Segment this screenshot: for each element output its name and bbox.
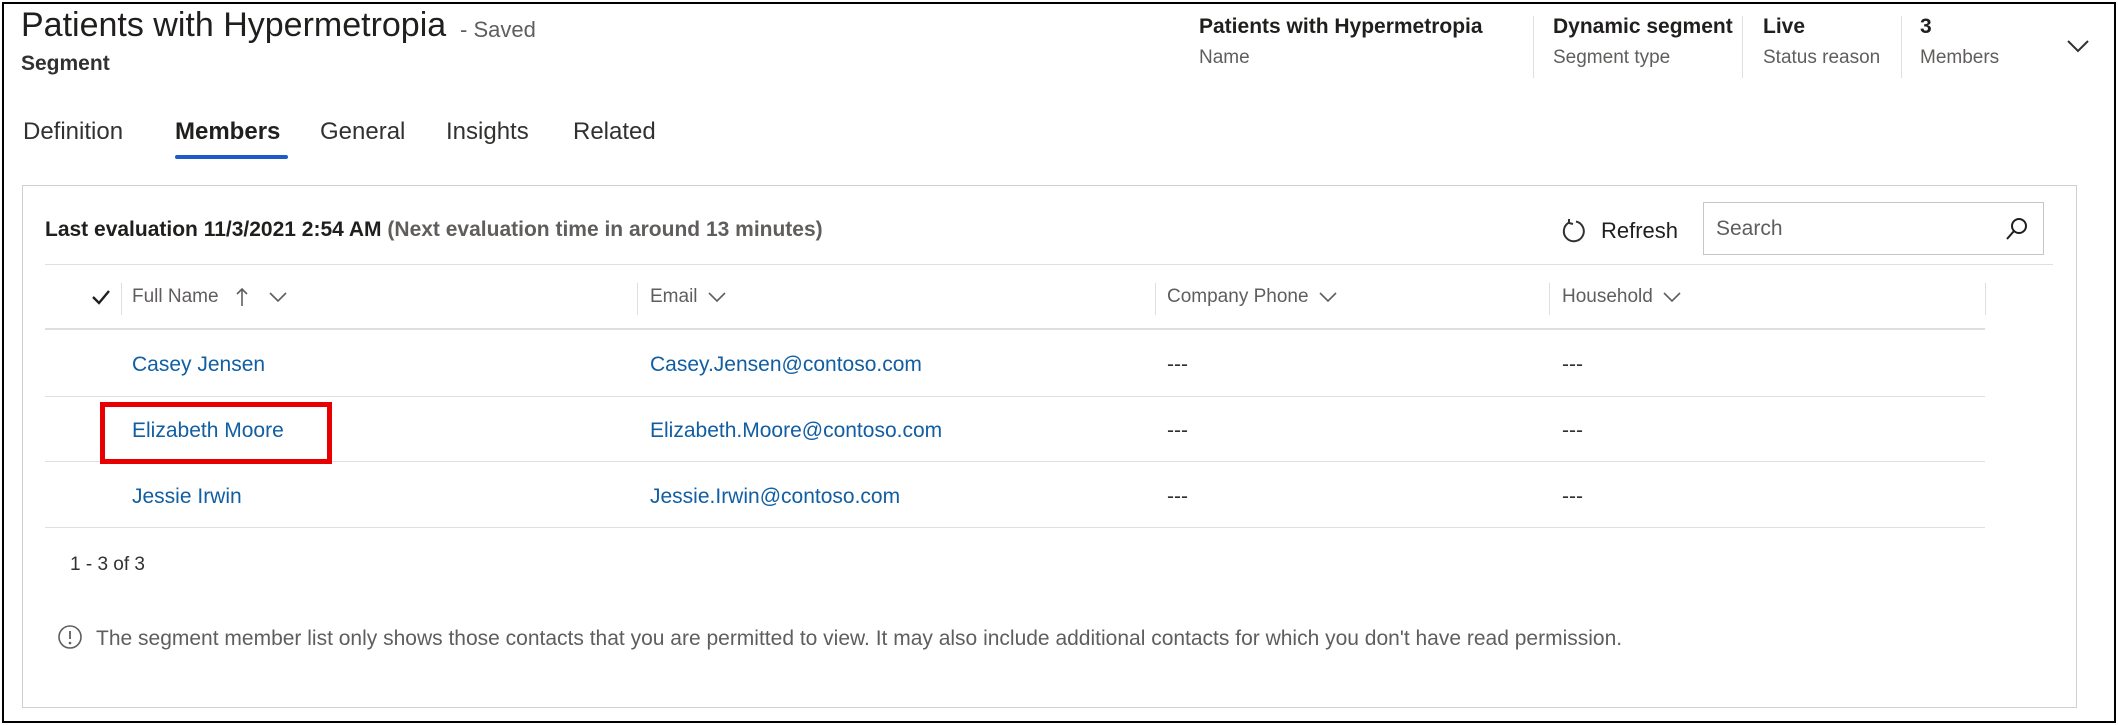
entity-type: Segment — [21, 52, 110, 75]
highlight-box — [100, 402, 332, 464]
tab-related[interactable]: Related — [573, 118, 656, 146]
column-header-company-phone[interactable]: Company Phone — [1167, 286, 1339, 308]
row-company-phone: --- — [1167, 485, 1188, 508]
row-household: --- — [1562, 353, 1583, 376]
search-icon[interactable] — [2005, 217, 2029, 241]
column-header-household[interactable]: Household — [1562, 286, 1683, 308]
summary-status-reason: Live Status reason — [1763, 15, 1880, 75]
summary-divider — [1533, 16, 1534, 78]
row-divider — [45, 527, 1985, 528]
chevron-down-icon — [1663, 292, 1681, 303]
column-divider — [1985, 283, 1986, 315]
summary-divider — [1901, 16, 1902, 78]
summary-members: 3 Members — [1920, 15, 1999, 75]
refresh-label: Refresh — [1601, 218, 1679, 243]
save-status: - Saved — [460, 17, 536, 42]
next-evaluation: (Next evaluation time in around 13 minut… — [387, 218, 823, 241]
column-divider — [1549, 283, 1550, 315]
summary-segment-type: Dynamic segment Segment type — [1553, 15, 1733, 75]
last-evaluation: Last evaluation 11/3/2021 2:54 AM — [45, 218, 382, 241]
summary-segment-type-label: Segment type — [1553, 47, 1671, 68]
row-email[interactable]: Jessie.Irwin@contoso.com — [650, 485, 900, 509]
row-divider — [45, 461, 1985, 462]
row-household: --- — [1562, 485, 1583, 508]
column-header-label: Email — [650, 286, 698, 307]
tab-insights[interactable]: Insights — [446, 118, 529, 146]
summary-members-label: Members — [1920, 47, 2000, 68]
column-header-label: Household — [1562, 286, 1653, 307]
toolbar-divider — [45, 264, 2053, 265]
search-input[interactable] — [1716, 213, 1996, 245]
page-title: Patients with Hypermetropia — [21, 6, 447, 44]
column-header-email[interactable]: Email — [650, 286, 728, 308]
summary-members-value: 3 — [1920, 15, 1932, 38]
active-tab-indicator — [175, 155, 288, 159]
column-header-label: Company Phone — [1167, 286, 1309, 307]
tab-members[interactable]: Members — [175, 118, 280, 146]
summary-name: Patients with Hypermetropia Name — [1199, 15, 1483, 75]
chevron-down-icon — [1318, 292, 1337, 303]
row-company-phone: --- — [1167, 419, 1188, 442]
row-full-name[interactable]: Casey Jensen — [132, 353, 265, 377]
tab-general[interactable]: General — [320, 118, 405, 146]
summary-status-reason-label: Status reason — [1763, 47, 1881, 68]
row-email[interactable]: Elizabeth.Moore@contoso.com — [650, 419, 942, 443]
chevron-down-icon — [707, 292, 726, 303]
summary-name-value: Patients with Hypermetropia — [1199, 15, 1483, 38]
chevron-down-icon — [269, 292, 287, 303]
summary-segment-type-value: Dynamic segment — [1553, 15, 1733, 38]
evaluation-status: Last evaluation 11/3/2021 2:54 AM (Next … — [45, 218, 823, 242]
column-divider — [121, 283, 122, 315]
search-box[interactable] — [1703, 202, 2044, 255]
summary-name-label: Name — [1199, 47, 1250, 68]
column-divider — [637, 283, 638, 315]
refresh-button[interactable]: Refresh — [1561, 215, 1678, 247]
refresh-icon — [1562, 219, 1585, 243]
column-header-full-name[interactable]: Full Name — [132, 286, 289, 308]
chevron-down-icon[interactable] — [2066, 34, 2090, 58]
pager-status: 1 - 3 of 3 — [70, 554, 145, 575]
row-household: --- — [1562, 419, 1583, 442]
tab-definition[interactable]: Definition — [23, 118, 123, 146]
row-full-name[interactable]: Jessie Irwin — [132, 485, 242, 509]
summary-divider — [1742, 16, 1743, 78]
header-divider — [45, 328, 1985, 330]
info-icon — [58, 625, 82, 649]
checkmark-icon[interactable] — [90, 286, 112, 308]
row-company-phone: --- — [1167, 353, 1188, 376]
row-email[interactable]: Casey.Jensen@contoso.com — [650, 353, 922, 377]
column-divider — [1155, 283, 1156, 315]
summary-status-reason-value: Live — [1763, 15, 1806, 38]
permission-notice: The segment member list only shows those… — [96, 627, 1623, 650]
sort-ascending-icon — [236, 287, 248, 306]
row-divider — [45, 396, 1985, 397]
column-header-label: Full Name — [132, 286, 219, 307]
